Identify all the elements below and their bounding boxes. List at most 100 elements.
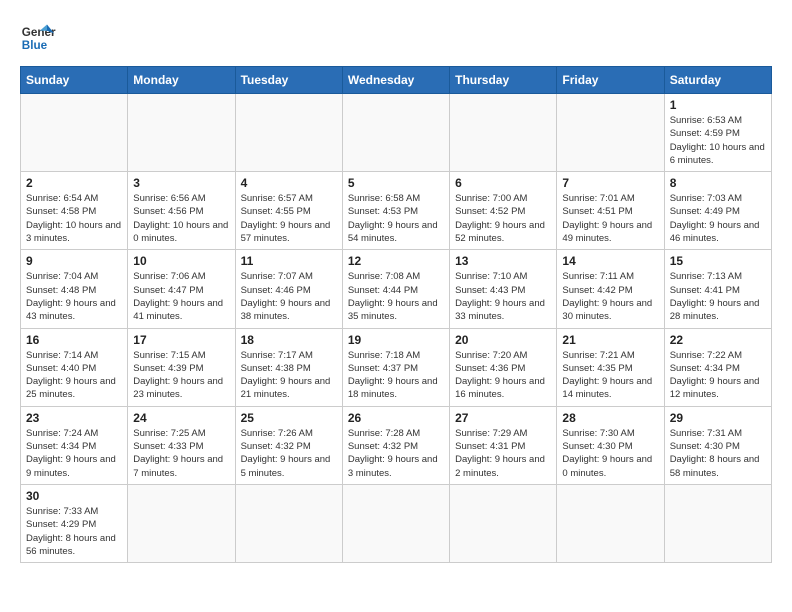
weekday-header-friday: Friday [557, 67, 664, 94]
day-info: Sunrise: 7:11 AM Sunset: 4:42 PM Dayligh… [562, 270, 658, 323]
week-row-4: 16 Sunrise: 7:14 AM Sunset: 4:40 PM Dayli… [21, 328, 772, 406]
day-number: 10 [133, 254, 229, 268]
day-number: 7 [562, 176, 658, 190]
week-row-2: 2 Sunrise: 6:54 AM Sunset: 4:58 PM Daylig… [21, 172, 772, 250]
day-info: Sunrise: 7:10 AM Sunset: 4:43 PM Dayligh… [455, 270, 551, 323]
day-info: Sunrise: 7:21 AM Sunset: 4:35 PM Dayligh… [562, 349, 658, 402]
calendar-cell: 24 Sunrise: 7:25 AM Sunset: 4:33 PM Dayli… [128, 406, 235, 484]
day-number: 12 [348, 254, 444, 268]
day-info: Sunrise: 7:06 AM Sunset: 4:47 PM Dayligh… [133, 270, 229, 323]
day-info: Sunrise: 7:17 AM Sunset: 4:38 PM Dayligh… [241, 349, 337, 402]
day-number: 4 [241, 176, 337, 190]
calendar-cell [450, 94, 557, 172]
day-info: Sunrise: 7:24 AM Sunset: 4:34 PM Dayligh… [26, 427, 122, 480]
day-number: 26 [348, 411, 444, 425]
svg-text:Blue: Blue [22, 39, 48, 52]
weekday-header-thursday: Thursday [450, 67, 557, 94]
week-row-6: 30 Sunrise: 7:33 AM Sunset: 4:29 PM Dayli… [21, 484, 772, 562]
day-info: Sunrise: 7:29 AM Sunset: 4:31 PM Dayligh… [455, 427, 551, 480]
day-number: 24 [133, 411, 229, 425]
calendar-cell: 4 Sunrise: 6:57 AM Sunset: 4:55 PM Daylig… [235, 172, 342, 250]
day-info: Sunrise: 6:53 AM Sunset: 4:59 PM Dayligh… [670, 114, 766, 167]
calendar-cell [342, 484, 449, 562]
calendar-cell: 18 Sunrise: 7:17 AM Sunset: 4:38 PM Dayli… [235, 328, 342, 406]
calendar-cell: 7 Sunrise: 7:01 AM Sunset: 4:51 PM Daylig… [557, 172, 664, 250]
day-number: 27 [455, 411, 551, 425]
day-info: Sunrise: 7:22 AM Sunset: 4:34 PM Dayligh… [670, 349, 766, 402]
day-info: Sunrise: 6:57 AM Sunset: 4:55 PM Dayligh… [241, 192, 337, 245]
day-number: 18 [241, 333, 337, 347]
day-info: Sunrise: 7:01 AM Sunset: 4:51 PM Dayligh… [562, 192, 658, 245]
calendar-cell: 6 Sunrise: 7:00 AM Sunset: 4:52 PM Daylig… [450, 172, 557, 250]
day-number: 16 [26, 333, 122, 347]
day-number: 29 [670, 411, 766, 425]
day-info: Sunrise: 6:58 AM Sunset: 4:53 PM Dayligh… [348, 192, 444, 245]
calendar-cell: 28Sunrise: 7:30 AM Sunset: 4:30 PM Dayli… [557, 406, 664, 484]
logo: General Blue [20, 20, 56, 56]
day-info: Sunrise: 7:04 AM Sunset: 4:48 PM Dayligh… [26, 270, 122, 323]
day-number: 17 [133, 333, 229, 347]
week-row-5: 23Sunrise: 7:24 AM Sunset: 4:34 PM Dayli… [21, 406, 772, 484]
calendar-cell: 27 Sunrise: 7:29 AM Sunset: 4:31 PM Dayli… [450, 406, 557, 484]
page-header: General Blue [20, 20, 772, 56]
calendar-cell: 3Sunrise: 6:56 AM Sunset: 4:56 PM Daylig… [128, 172, 235, 250]
calendar-cell [557, 484, 664, 562]
day-info: Sunrise: 7:33 AM Sunset: 4:29 PM Dayligh… [26, 505, 122, 558]
day-info: Sunrise: 7:03 AM Sunset: 4:49 PM Dayligh… [670, 192, 766, 245]
calendar-cell: 5 Sunrise: 6:58 AM Sunset: 4:53 PM Daylig… [342, 172, 449, 250]
day-number: 1 [670, 98, 766, 112]
day-number: 22 [670, 333, 766, 347]
day-number: 6 [455, 176, 551, 190]
calendar-cell [557, 94, 664, 172]
calendar-cell: 11 Sunrise: 7:07 AM Sunset: 4:46 PM Dayli… [235, 250, 342, 328]
day-number: 2 [26, 176, 122, 190]
logo-icon: General Blue [20, 20, 56, 56]
weekday-header-monday: Monday [128, 67, 235, 94]
day-info: Sunrise: 6:54 AM Sunset: 4:58 PM Dayligh… [26, 192, 122, 245]
calendar-cell [235, 94, 342, 172]
weekday-header-tuesday: Tuesday [235, 67, 342, 94]
day-info: Sunrise: 7:07 AM Sunset: 4:46 PM Dayligh… [241, 270, 337, 323]
day-info: Sunrise: 7:15 AM Sunset: 4:39 PM Dayligh… [133, 349, 229, 402]
calendar-cell: 14 Sunrise: 7:11 AM Sunset: 4:42 PM Dayli… [557, 250, 664, 328]
day-info: Sunrise: 7:20 AM Sunset: 4:36 PM Dayligh… [455, 349, 551, 402]
week-row-3: 9 Sunrise: 7:04 AM Sunset: 4:48 PM Daylig… [21, 250, 772, 328]
calendar-cell: 25 Sunrise: 7:26 AM Sunset: 4:32 PM Dayli… [235, 406, 342, 484]
day-number: 8 [670, 176, 766, 190]
calendar-cell: 16 Sunrise: 7:14 AM Sunset: 4:40 PM Dayli… [21, 328, 128, 406]
calendar-table: SundayMondayTuesdayWednesdayThursdayFrid… [20, 66, 772, 563]
day-info: Sunrise: 7:13 AM Sunset: 4:41 PM Dayligh… [670, 270, 766, 323]
day-number: 19 [348, 333, 444, 347]
calendar-cell [21, 94, 128, 172]
calendar-cell [342, 94, 449, 172]
calendar-cell: 2 Sunrise: 6:54 AM Sunset: 4:58 PM Daylig… [21, 172, 128, 250]
day-number: 5 [348, 176, 444, 190]
calendar-cell: 8 Sunrise: 7:03 AM Sunset: 4:49 PM Daylig… [664, 172, 771, 250]
day-number: 30 [26, 489, 122, 503]
day-number: 13 [455, 254, 551, 268]
calendar-cell: 29Sunrise: 7:31 AM Sunset: 4:30 PM Dayli… [664, 406, 771, 484]
weekday-header-sunday: Sunday [21, 67, 128, 94]
day-number: 14 [562, 254, 658, 268]
day-info: Sunrise: 7:14 AM Sunset: 4:40 PM Dayligh… [26, 349, 122, 402]
calendar-cell: 21Sunrise: 7:21 AM Sunset: 4:35 PM Dayli… [557, 328, 664, 406]
day-number: 3 [133, 176, 229, 190]
calendar-cell [128, 484, 235, 562]
day-number: 28 [562, 411, 658, 425]
calendar-cell: 23Sunrise: 7:24 AM Sunset: 4:34 PM Dayli… [21, 406, 128, 484]
calendar-cell [664, 484, 771, 562]
day-number: 9 [26, 254, 122, 268]
day-info: Sunrise: 7:26 AM Sunset: 4:32 PM Dayligh… [241, 427, 337, 480]
week-row-1: 1 Sunrise: 6:53 AM Sunset: 4:59 PM Daylig… [21, 94, 772, 172]
calendar-cell: 19Sunrise: 7:18 AM Sunset: 4:37 PM Dayli… [342, 328, 449, 406]
day-number: 11 [241, 254, 337, 268]
weekday-header-wednesday: Wednesday [342, 67, 449, 94]
weekday-header-saturday: Saturday [664, 67, 771, 94]
day-info: Sunrise: 7:00 AM Sunset: 4:52 PM Dayligh… [455, 192, 551, 245]
day-number: 20 [455, 333, 551, 347]
calendar-cell [128, 94, 235, 172]
calendar-cell [235, 484, 342, 562]
calendar-cell: 9 Sunrise: 7:04 AM Sunset: 4:48 PM Daylig… [21, 250, 128, 328]
day-number: 25 [241, 411, 337, 425]
day-info: Sunrise: 7:25 AM Sunset: 4:33 PM Dayligh… [133, 427, 229, 480]
